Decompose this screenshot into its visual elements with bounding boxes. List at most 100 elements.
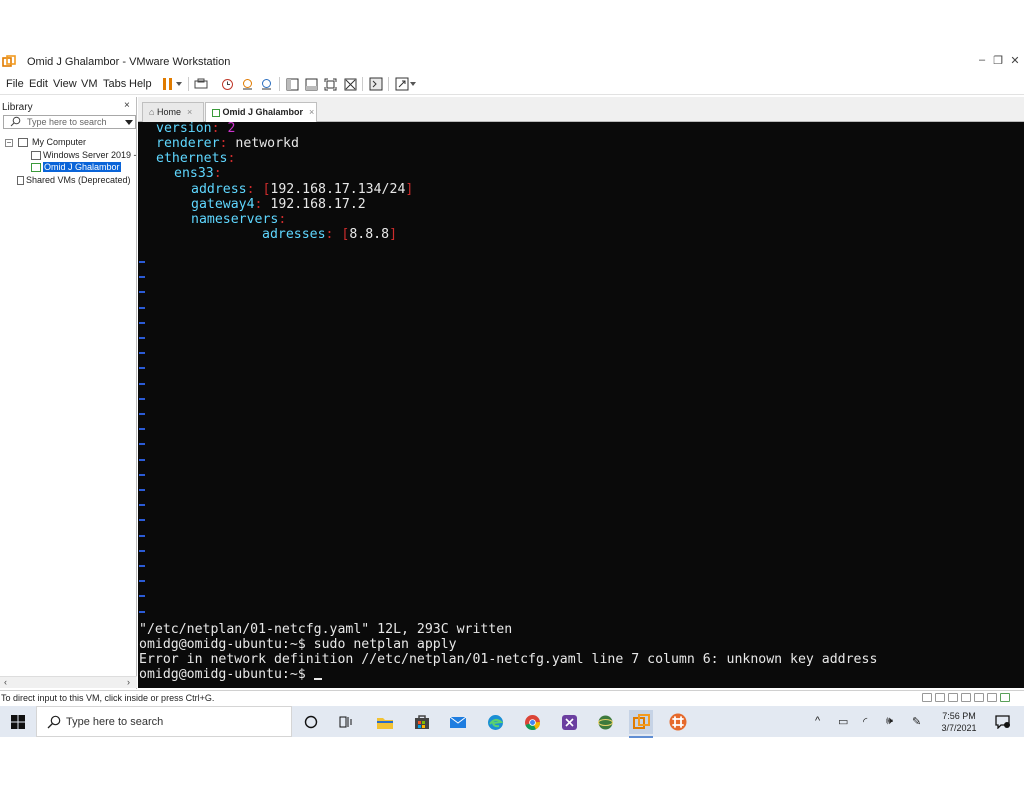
cortana-button[interactable] [299,710,323,734]
menu-edit[interactable]: Edit [29,78,48,90]
printer-icon[interactable] [987,693,997,702]
scroll-left-arrow[interactable]: ‹ [4,677,7,687]
chevron-down-icon [176,82,182,86]
revert-snapshot-button[interactable] [239,76,255,92]
fullscreen-icon [324,78,336,90]
menu-tabs[interactable]: Tabs [103,78,126,90]
tree-node-shared-vms[interactable]: Shared VMs (Deprecated) [17,175,131,186]
vim-tilde-marker [139,306,145,309]
stretch-guest-button[interactable] [394,76,410,92]
menu-view[interactable]: View [53,78,77,90]
taskbar-search-placeholder: Type here to search [66,716,164,728]
volume-icon[interactable]: 🕪 [886,715,893,728]
edge-button[interactable] [483,710,507,734]
menu-help[interactable]: Help [129,78,152,90]
library-search-placeholder: Type here to search [27,117,107,127]
pause-icon [163,78,172,90]
vmware-app-icon [2,55,16,67]
cd-drive-icon[interactable] [935,693,945,702]
shell-prompt-line[interactable]: omidg@omidg-ubuntu:~$ [139,667,322,682]
snapshot-manager-button[interactable] [258,76,274,92]
vim-tilde-marker [139,352,145,355]
microsoft-store-button[interactable] [410,710,434,734]
unity-button[interactable] [342,76,358,92]
notification-icon [994,715,1010,729]
chevron-down-icon [410,82,416,86]
close-window-button[interactable]: ✕ [1006,54,1024,67]
vim-tilde-marker [139,413,145,415]
edge-browser-icon [487,714,503,730]
chrome-button[interactable] [520,710,544,734]
snapshot-button[interactable] [219,76,235,92]
usb-controller-icon[interactable] [961,693,971,702]
app-globe-button[interactable] [593,710,617,734]
tree-node-my-computer[interactable]: − My Computer [5,137,87,148]
vim-tilde-marker [139,337,145,339]
power-automate-button[interactable] [557,710,581,734]
hard-disk-icon[interactable] [922,693,932,702]
slack-icon [669,713,687,731]
chevron-down-icon[interactable] [125,120,133,125]
mail-button[interactable] [446,710,470,734]
library-close-button[interactable]: × [124,100,130,111]
tree-label: My Computer [32,137,87,147]
wifi-icon[interactable]: ◜ [863,715,867,728]
library-search-input[interactable]: Type here to search [3,115,136,129]
vim-tilde-marker [139,534,145,537]
tab-strip: ⌂ Home × Omid J Ghalambor × [138,97,1024,122]
window-titlebar: Omid J Ghalambor - VMware Workstation – … [0,54,1024,71]
scroll-right-arrow[interactable]: › [127,677,130,687]
menu-vm[interactable]: VM [81,78,98,90]
menu-file[interactable]: File [6,78,24,90]
collapse-toggle-icon[interactable]: − [5,138,13,147]
cortana-icon [304,715,318,729]
restore-button[interactable]: ❐ [989,54,1007,67]
full-screen-button[interactable] [322,76,338,92]
tab-home[interactable]: ⌂ Home × [142,102,204,122]
text-cursor [313,678,322,680]
tab-close-icon[interactable]: × [309,107,314,117]
vm-icon [31,151,41,161]
show-hidden-icons-button[interactable]: ^ [815,715,820,727]
vmware-taskbar-button[interactable] [629,710,653,738]
yaml-line-gateway: gateway4: 192.168.17.2 [191,197,366,212]
status-bar: To direct input to this VM, click inside… [0,690,1024,705]
action-center-button[interactable] [990,710,1014,734]
vim-tilde-marker [139,321,145,324]
console-view-button[interactable] [368,76,384,92]
slack-button[interactable] [666,710,690,734]
device-status-icons [922,693,1010,702]
tab-close-icon[interactable]: × [187,107,192,117]
tree-node-omid-vm[interactable]: Omid J Ghalambor [31,162,121,173]
window-title: Omid J Ghalambor - VMware Workstation [27,56,231,68]
keyboard-icon [194,78,208,89]
vim-tilde-marker [139,428,145,431]
vim-tilde-marker [139,519,145,522]
yaml-line-address: address: [192.168.17.134/24] [191,182,414,197]
task-view-button[interactable] [334,710,358,734]
power-dropdown[interactable] [174,76,184,92]
vim-tilde-marker [139,595,145,598]
vim-tilde-marker [139,291,145,294]
stretch-dropdown[interactable] [409,76,417,92]
tree-node-windows-server[interactable]: Windows Server 2019 - [31,150,137,161]
taskbar-clock[interactable]: 7:56 PM 3/7/2021 [938,710,980,734]
library-horizontal-scrollbar[interactable]: ‹ › [0,676,137,688]
thumbnail-bar-button[interactable] [303,76,319,92]
network-adapter-icon[interactable] [948,693,958,702]
tab-omid-vm[interactable]: Omid J Ghalambor × [205,102,317,122]
show-library-button[interactable] [284,76,300,92]
display-icon[interactable] [1000,693,1010,702]
sound-card-icon[interactable] [974,693,984,702]
thumbnail-icon [305,78,317,90]
start-button[interactable] [0,706,36,737]
taskbar-search-box[interactable]: Type here to search [36,706,292,737]
send-ctrl-alt-del-button[interactable] [193,76,209,92]
yaml-line-adresses: adresses: [8.8.8] [262,227,398,242]
vm-console[interactable]: version: 2 renderer: networkd ethernets:… [138,122,1024,688]
pen-icon[interactable]: ✎ [912,715,921,728]
vim-tilde-marker [139,473,145,476]
file-explorer-button[interactable] [373,710,397,734]
vim-tilde-marker [139,489,145,491]
battery-icon[interactable]: ▭ [838,715,848,728]
